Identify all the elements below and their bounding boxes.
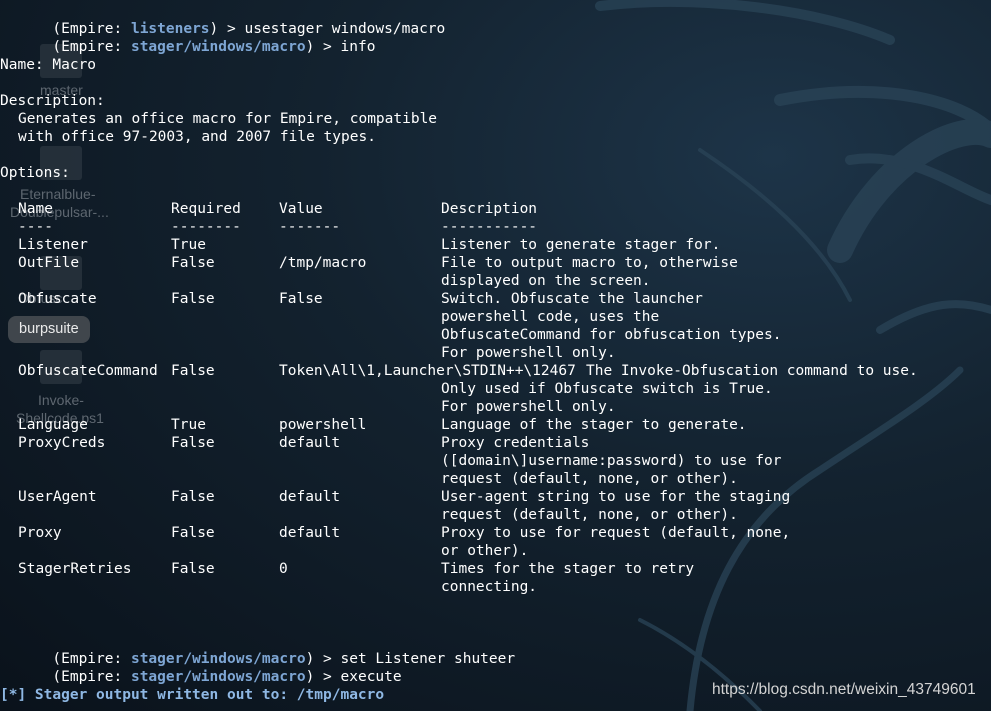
option-required: True — [171, 237, 206, 253]
option-name: Listener — [18, 237, 88, 253]
stager-status-output: [*] Stager output written out to: /tmp/m… — [0, 687, 385, 703]
description-heading: Description: — [0, 93, 105, 109]
option-description: Listener to generate stager for. — [441, 237, 721, 253]
option-row-obfuscatecommand: ObfuscateCommand False Token\All\1,Launc… — [0, 362, 991, 380]
option-description-continued: ([domain\]username:password) to use for — [441, 453, 782, 469]
option-value: False — [279, 291, 323, 307]
terminal-window[interactable]: master Eternalblue- Doublepulsar-... Obf… — [0, 0, 991, 711]
column-header-required: Required — [171, 201, 241, 217]
option-description-continued: or other). — [441, 543, 529, 559]
prompt-line: (Empire: stager/windows/macro) > set Lis… — [52, 651, 516, 667]
option-name: Language — [18, 417, 88, 433]
column-header-description: Description — [441, 201, 538, 217]
option-description-continued: Only used if Obfuscate switch is True. — [441, 381, 773, 397]
option-name: StagerRetries — [18, 561, 132, 577]
prompt-line: (Empire: listeners) > usestager windows/… — [52, 21, 446, 37]
option-description-continued: request (default, none, or other). — [441, 507, 738, 523]
option-required: False — [171, 561, 215, 577]
option-value: /tmp/macro — [279, 255, 367, 271]
option-name: Obfuscate — [18, 291, 97, 307]
csdn-watermark: https://blog.csdn.net/weixin_43749601 — [712, 681, 976, 698]
column-header-value: Value — [279, 201, 323, 217]
option-row-proxycreds: ProxyCreds False default Proxy credentia… — [0, 434, 991, 452]
option-value: default — [279, 489, 341, 505]
option-name: Proxy — [18, 525, 62, 541]
option-value: default — [279, 435, 341, 451]
option-name: UserAgent — [18, 489, 97, 505]
options-heading: Options: — [0, 165, 70, 181]
option-description: The Invoke-Obfuscation command to use. — [586, 363, 918, 379]
option-value: powershell — [279, 417, 367, 433]
option-row-stagerretries: StagerRetries False 0 Times for the stag… — [0, 560, 991, 578]
option-row-useragent: UserAgent False default User-agent strin… — [0, 488, 991, 506]
option-description: File to output macro to, otherwise — [441, 255, 738, 271]
option-description-continued: displayed on the screen. — [441, 273, 651, 289]
option-description: Proxy credentials — [441, 435, 590, 451]
option-required: False — [171, 291, 215, 307]
option-row-outfile: OutFile False /tmp/macro File to output … — [0, 254, 991, 272]
option-description: User-agent string to use for the staging — [441, 489, 791, 505]
command-text: execute — [340, 669, 402, 685]
option-description-continued: For powershell only. — [441, 399, 616, 415]
prompt-line: (Empire: stager/windows/macro) > info — [52, 39, 376, 55]
prompt-module: stager/windows/macro — [130, 669, 306, 685]
prompt-module: stager/windows/macro — [130, 39, 306, 55]
option-required: True — [171, 417, 206, 433]
option-value: Token\All\1,Launcher\STDIN++\12467 — [279, 363, 576, 379]
option-name: ObfuscateCommand — [18, 363, 158, 379]
command-text: info — [340, 39, 376, 55]
option-description-continued: request (default, none, or other). — [441, 471, 738, 487]
option-name: OutFile — [18, 255, 80, 271]
option-value: 0 — [279, 561, 288, 577]
option-description-continued: powershell code, uses the — [441, 309, 660, 325]
option-description: Proxy to use for request (default, none, — [441, 525, 791, 541]
option-required: False — [171, 363, 215, 379]
option-row-proxy: Proxy False default Proxy to use for req… — [0, 524, 991, 542]
description-text: with office 97-2003, and 2007 file types… — [18, 129, 376, 145]
option-required: False — [171, 525, 215, 541]
option-description-continued: connecting. — [441, 579, 538, 595]
option-required: False — [171, 435, 215, 451]
option-name: ProxyCreds — [18, 435, 106, 451]
option-required: False — [171, 255, 215, 271]
column-header-name: Name — [18, 201, 53, 217]
option-row-obfuscate: Obfuscate False False Switch. Obfuscate … — [0, 290, 991, 308]
option-description-continued: ObfuscateCommand for obfuscation types. — [441, 327, 782, 343]
option-required: False — [171, 489, 215, 505]
option-value: default — [279, 525, 341, 541]
option-description: Times for the stager to retry — [441, 561, 695, 577]
stager-name: Name: Macro — [0, 57, 97, 73]
option-row-listener: Listener True Listener to generate stage… — [0, 236, 991, 254]
options-table-header: Name Required Value Description — [0, 200, 991, 218]
prompt-line: (Empire: stager/windows/macro) > execute — [52, 669, 402, 685]
options-table-underline: ---- -------- ------- ----------- — [18, 219, 538, 235]
option-description-continued: For powershell only. — [441, 345, 616, 361]
description-text: Generates an office macro for Empire, co… — [18, 111, 438, 127]
option-description: Switch. Obfuscate the launcher — [441, 291, 703, 307]
option-row-language: Language True powershell Language of the… — [0, 416, 991, 434]
option-description: Language of the stager to generate. — [441, 417, 747, 433]
